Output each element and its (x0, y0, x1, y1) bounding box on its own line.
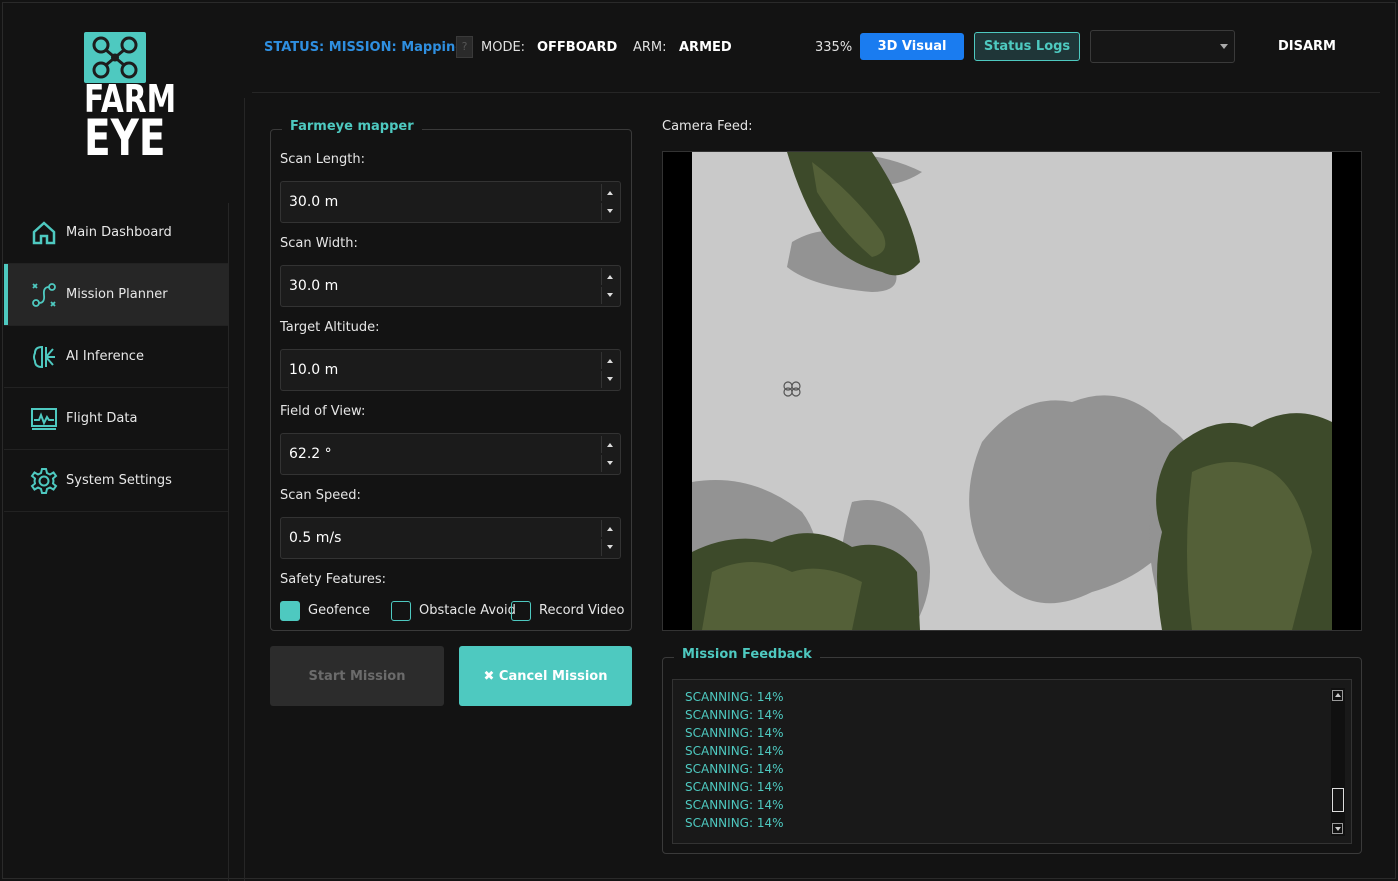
scan-speed-label: Scan Speed: (280, 488, 361, 503)
sidebar-item-label: Mission Planner (66, 287, 168, 302)
log-line: SCANNING: 14% (685, 762, 784, 776)
scan-width-spinbox[interactable]: 30.0 m (280, 265, 621, 307)
log-line: SCANNING: 14% (685, 816, 784, 830)
mission-status: STATUS: MISSION: Mapping (264, 39, 465, 55)
content-divider (244, 98, 245, 881)
scan-width-label: Scan Width: (280, 236, 358, 251)
feedback-log[interactable]: SCANNING: 14% SCANNING: 14% SCANNING: 14… (672, 679, 1352, 844)
increment-arrow-icon[interactable] (601, 268, 618, 285)
mode-label: MODE: (481, 39, 526, 55)
help-button[interactable]: ? (456, 36, 473, 58)
field-of-view-spinbox[interactable]: 62.2 ° (280, 433, 621, 475)
decrement-arrow-icon[interactable] (601, 287, 618, 304)
start-mission-button[interactable]: Start Mission (270, 646, 444, 706)
scan-length-value: 30.0 m (289, 194, 339, 210)
scan-length-spinbox[interactable]: 30.0 m (280, 181, 621, 223)
log-line: SCANNING: 14% (685, 708, 784, 722)
increment-arrow-icon[interactable] (601, 352, 618, 369)
header-divider (252, 92, 1380, 93)
sidebar-nav: Main Dashboard Mission Planner AI Infere… (4, 202, 228, 512)
scrollbar-thumb[interactable] (1332, 788, 1344, 812)
field-of-view-value: 62.2 ° (289, 446, 332, 462)
record-video-checkbox[interactable] (511, 601, 531, 621)
increment-arrow-icon[interactable] (601, 520, 618, 537)
drone-logo-icon (84, 32, 146, 83)
decrement-arrow-icon[interactable] (601, 455, 618, 472)
route-icon (30, 281, 58, 309)
decrement-arrow-icon[interactable] (601, 371, 618, 388)
scroll-down-icon[interactable] (1332, 823, 1343, 834)
aerial-tree-view (692, 152, 1332, 630)
scan-speed-spinbox[interactable]: 0.5 m/s (280, 517, 621, 559)
feedback-scrollbar[interactable] (1331, 688, 1345, 836)
field-of-view-label: Field of View: (280, 404, 366, 419)
disarm-button[interactable]: DISARM (1270, 33, 1344, 60)
log-line: SCANNING: 14% (685, 780, 784, 794)
log-line: SCANNING: 14% (685, 690, 784, 704)
log-line: SCANNING: 14% (685, 726, 784, 740)
arm-label: ARM: (633, 39, 667, 55)
target-altitude-value: 10.0 m (289, 362, 339, 378)
sidebar-item-label: System Settings (66, 473, 172, 488)
mode-value: OFFBOARD (537, 39, 618, 55)
cancel-mission-button[interactable]: ✖ Cancel Mission (459, 646, 632, 706)
scan-width-value: 30.0 m (289, 278, 339, 294)
brain-icon (30, 343, 58, 371)
battery-percentage: 335% (815, 39, 853, 55)
brand-wordmark: FARM EYE (84, 80, 176, 168)
mission-feedback-title: Mission Feedback (674, 647, 820, 662)
sidebar-item-label: Flight Data (66, 411, 138, 426)
sidebar-item-mission-planner[interactable]: Mission Planner (4, 264, 228, 326)
camera-feed-label: Camera Feed: (662, 119, 753, 134)
record-video-label[interactable]: Record Video (539, 603, 624, 618)
obstacle-avoid-checkbox[interactable] (391, 601, 411, 621)
3d-visual-button[interactable]: 3D Visual (860, 33, 964, 60)
farmeye-logo: FARM EYE (84, 32, 176, 168)
sidebar-item-flight-data[interactable]: Flight Data (4, 388, 228, 450)
feedback-lines: SCANNING: 14% SCANNING: 14% SCANNING: 14… (685, 688, 784, 832)
decrement-arrow-icon[interactable] (601, 539, 618, 556)
connection-select[interactable] (1090, 30, 1235, 63)
scan-speed-value: 0.5 m/s (289, 530, 342, 546)
scan-length-label: Scan Length: (280, 152, 365, 167)
chevron-down-icon (1220, 44, 1228, 49)
sidebar-divider (228, 203, 229, 881)
gear-icon (30, 467, 58, 495)
obstacle-avoid-label[interactable]: Obstacle Avoid (419, 603, 516, 618)
increment-arrow-icon[interactable] (601, 436, 618, 453)
log-line: SCANNING: 14% (685, 744, 784, 758)
brand-line-2: EYE (84, 109, 166, 168)
sidebar-item-ai-inference[interactable]: AI Inference (4, 326, 228, 388)
target-altitude-label: Target Altitude: (280, 320, 380, 335)
scroll-up-icon[interactable] (1332, 690, 1343, 701)
decrement-arrow-icon[interactable] (601, 203, 618, 220)
mapper-panel-title: Farmeye mapper (282, 119, 422, 134)
geofence-checkbox[interactable] (280, 601, 300, 621)
sidebar-item-label: AI Inference (66, 349, 144, 364)
sidebar-item-system-settings[interactable]: System Settings (4, 450, 228, 512)
status-logs-button[interactable]: Status Logs (974, 32, 1080, 61)
safety-features-label: Safety Features: (280, 572, 386, 587)
home-icon (30, 219, 58, 247)
chart-monitor-icon (30, 405, 58, 433)
increment-arrow-icon[interactable] (601, 184, 618, 201)
geofence-label[interactable]: Geofence (308, 603, 370, 618)
sidebar-item-label: Main Dashboard (66, 225, 172, 240)
arm-value: ARMED (679, 39, 732, 55)
target-altitude-spinbox[interactable]: 10.0 m (280, 349, 621, 391)
log-line: SCANNING: 14% (685, 798, 784, 812)
sidebar-item-main-dashboard[interactable]: Main Dashboard (4, 202, 228, 264)
camera-feed (662, 151, 1362, 631)
